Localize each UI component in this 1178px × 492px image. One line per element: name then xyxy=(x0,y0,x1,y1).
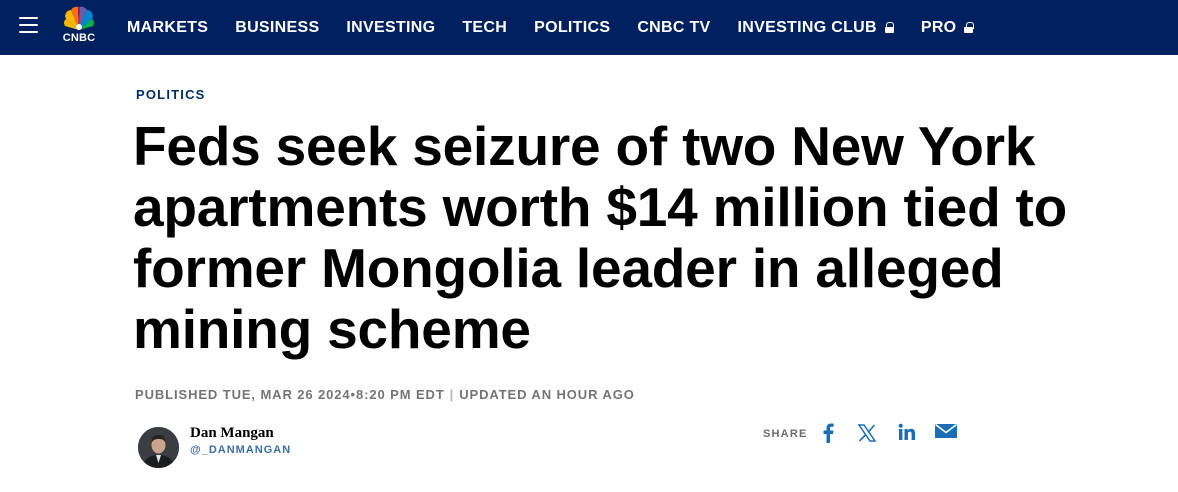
article-timestamp: PUBLISHED TUE, MAR 26 2024•8:20 PM EDT | U… xyxy=(135,387,635,402)
author-photo xyxy=(138,427,179,468)
nav-item-label: PRO xyxy=(920,18,957,36)
updated-time: UPDATED AN HOUR AGO xyxy=(459,387,635,402)
peacock-icon xyxy=(64,6,94,31)
nav-item-business[interactable]: BUSINESS xyxy=(235,19,319,37)
share-x-button[interactable] xyxy=(855,423,879,445)
logo-text: CNBC xyxy=(62,32,96,44)
nav-item-label: POLITICS xyxy=(534,18,611,36)
main-nav: MARKETS BUSINESS INVESTING TECH POLITICS… xyxy=(127,0,1000,55)
nav-item-tech[interactable]: TECH xyxy=(462,19,507,37)
nav-item-label: MARKETS xyxy=(127,18,209,36)
section-link[interactable]: POLITICS xyxy=(136,87,206,102)
author-handle[interactable]: @_DANMANGAN xyxy=(190,444,291,456)
published-time: PUBLISHED TUE, MAR 26 2024•8:20 PM EDT xyxy=(135,387,445,402)
nav-item-label: INVESTING xyxy=(346,18,436,36)
nav-item-label: CNBC TV xyxy=(637,18,711,36)
share-facebook-button[interactable] xyxy=(816,423,840,445)
top-navigation-bar: CNBC MARKETS BUSINESS INVESTING TECH POL… xyxy=(0,0,1178,55)
share-email-button[interactable] xyxy=(934,423,958,445)
email-icon xyxy=(935,423,957,438)
nav-item-politics[interactable]: POLITICS xyxy=(534,19,610,37)
author-name[interactable]: Dan Mangan xyxy=(190,425,274,442)
x-twitter-icon xyxy=(857,424,877,442)
timestamp-separator: | xyxy=(449,387,455,402)
nav-item-label: INVESTING CLUB xyxy=(737,18,877,36)
nav-item-cnbc-tv[interactable]: CNBC TV xyxy=(637,19,710,37)
linkedin-icon xyxy=(898,423,915,440)
nav-item-investing[interactable]: INVESTING xyxy=(346,19,435,37)
cnbc-logo[interactable]: CNBC xyxy=(55,6,103,46)
author-avatar[interactable] xyxy=(138,427,179,468)
nav-item-investing-club[interactable]: INVESTING CLUB xyxy=(737,18,895,37)
article-headline: Feds seek seizure of two New York apartm… xyxy=(133,115,1068,360)
nav-item-label: TECH xyxy=(462,18,508,36)
lock-icon xyxy=(884,22,895,33)
lock-icon xyxy=(964,22,974,33)
share-linkedin-button[interactable] xyxy=(895,423,919,445)
nav-item-pro[interactable]: PRO xyxy=(921,19,974,37)
menu-icon[interactable] xyxy=(19,17,38,33)
facebook-icon xyxy=(823,423,834,443)
share-label: SHARE xyxy=(763,428,808,440)
nav-item-label: BUSINESS xyxy=(235,18,320,36)
nav-item-markets[interactable]: MARKETS xyxy=(127,19,208,37)
